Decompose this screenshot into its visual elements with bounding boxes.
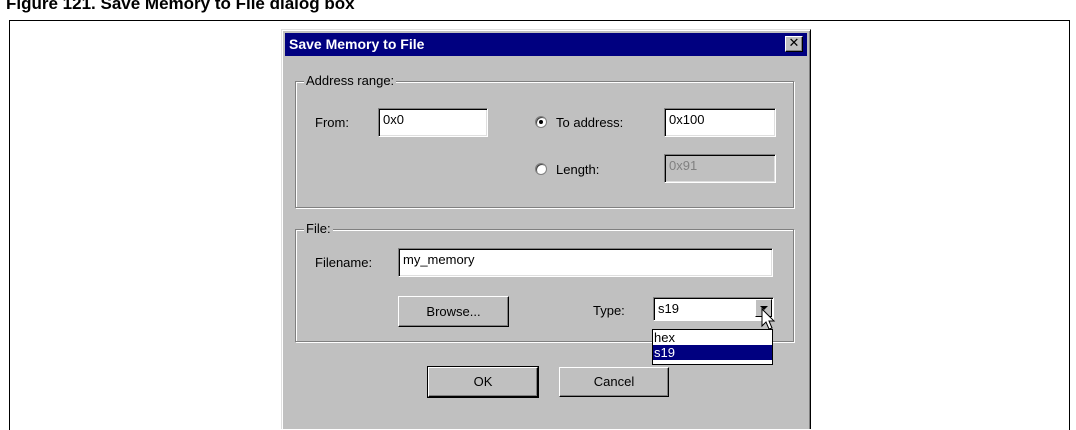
length-field: 0x91 [664, 154, 776, 183]
cancel-button[interactable]: Cancel [559, 367, 669, 397]
address-range-group: Address range: From: 0x0 To address: 0x1… [295, 73, 794, 208]
figure-caption: Figure 121. Save Memory to File dialog b… [6, 0, 355, 13]
to-address-field[interactable]: 0x100 [664, 108, 776, 137]
to-address-label[interactable]: To address: [556, 115, 623, 130]
type-option-s19[interactable]: s19 [653, 345, 772, 360]
to-address-radio[interactable] [535, 116, 547, 128]
type-label: Type: [593, 303, 625, 318]
ok-button[interactable]: OK [427, 366, 539, 398]
filename-field[interactable]: my_memory [398, 248, 773, 277]
dialog-title: Save Memory to File [289, 36, 425, 52]
file-group: File: Filename: my_memory Browse... Type… [295, 221, 794, 342]
file-group-label: File: [304, 221, 333, 236]
close-button[interactable]: ✕ [785, 36, 803, 52]
filename-label: Filename: [315, 255, 373, 270]
browse-button[interactable]: Browse... [398, 296, 509, 327]
type-select-value: s19 [658, 301, 679, 316]
address-range-label: Address range: [304, 73, 397, 88]
length-label[interactable]: Length: [556, 162, 599, 177]
type-select[interactable]: s19 [653, 297, 774, 321]
type-option-hex[interactable]: hex [653, 330, 772, 345]
from-label: From: [315, 115, 349, 130]
mouse-cursor-icon [761, 308, 776, 330]
length-radio[interactable] [535, 163, 547, 175]
save-memory-dialog: Save Memory to File ✕ Address range: Fro… [281, 29, 811, 429]
type-dropdown-list: hex s19 [652, 329, 773, 365]
close-icon: ✕ [788, 36, 800, 51]
title-bar: Save Memory to File ✕ [285, 33, 807, 56]
from-field[interactable]: 0x0 [378, 108, 488, 137]
